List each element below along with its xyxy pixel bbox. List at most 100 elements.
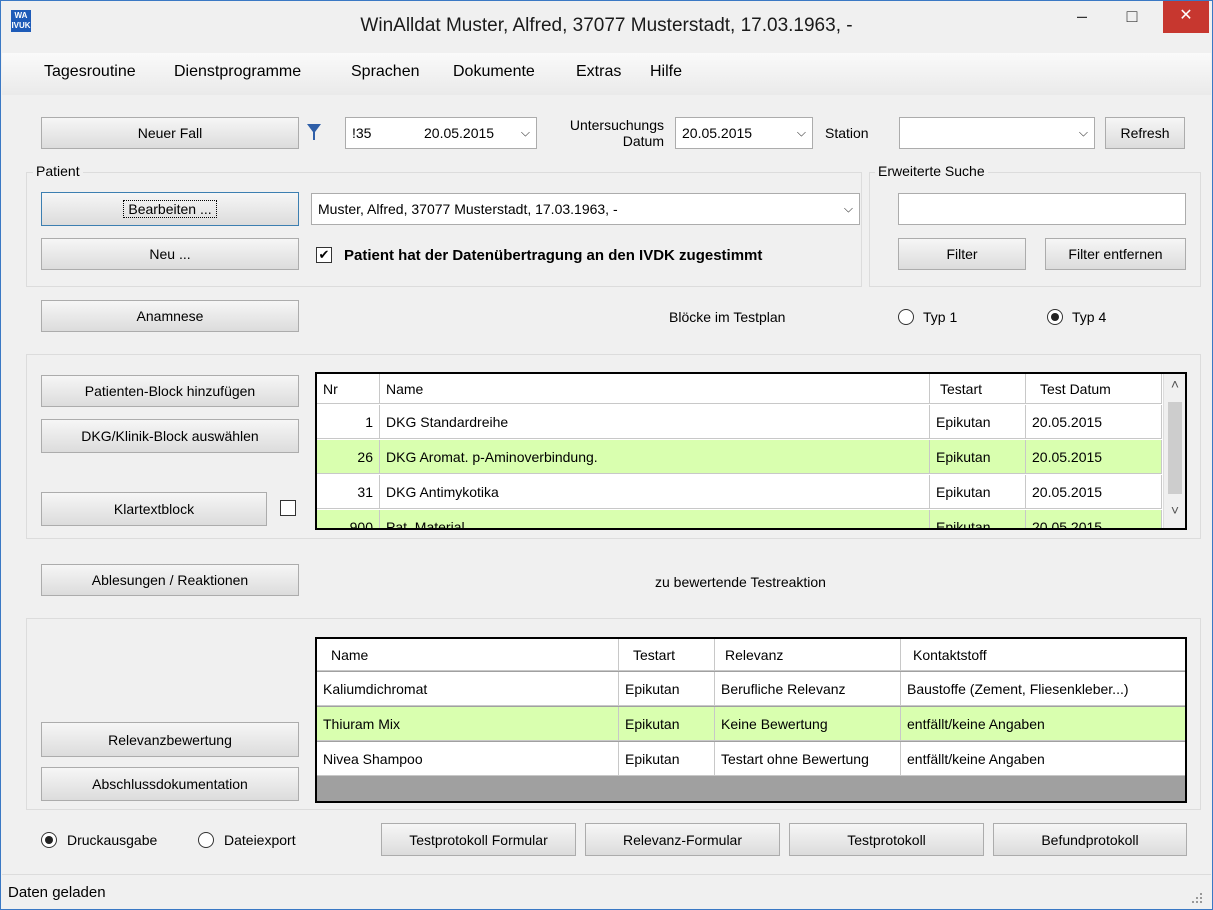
relevance-form-label: Relevanz-Formular xyxy=(622,831,743,848)
exam-date-picker[interactable]: 20.05.2015 ⌵ xyxy=(675,117,813,149)
header-name[interactable]: Name xyxy=(380,374,930,403)
table-row[interactable]: 900 Pat. Material Epikutan 20.05.2015 xyxy=(317,510,1162,528)
close-button[interactable]: ✕ xyxy=(1163,1,1209,33)
menu-dokumente[interactable]: Dokumente xyxy=(453,63,535,81)
menu-hilfe[interactable]: Hilfe xyxy=(650,63,682,81)
scroll-down-icon[interactable]: ˅ xyxy=(1164,502,1185,524)
reactions-table[interactable]: Name Testart Relevanz Kontaktstoff Kaliu… xyxy=(315,637,1187,803)
maximize-button[interactable]: □ xyxy=(1109,1,1155,33)
cell-testart: Epikutan xyxy=(930,475,1026,508)
exam-date-value: 20.05.2015 xyxy=(682,125,753,141)
final-documentation-label: Abschlussdokumentation xyxy=(92,776,248,792)
minimize-button[interactable]: – xyxy=(1059,1,1105,33)
filter-icon[interactable] xyxy=(307,122,321,142)
chevron-down-icon: ⌵ xyxy=(1078,125,1088,140)
readings-label: Ablesungen / Reaktionen xyxy=(91,572,249,588)
patient-select[interactable]: Muster, Alfred, 37077 Musterstadt, 17.03… xyxy=(311,193,860,225)
header-name[interactable]: Name xyxy=(317,639,619,670)
cell-testart: Epikutan xyxy=(619,707,715,740)
plaintext-block-label: Klartextblock xyxy=(113,501,195,517)
consent-label: Patient hat der Datenübertragung an den … xyxy=(344,247,763,264)
cell-name: DKG Antimykotika xyxy=(380,475,930,508)
table-row[interactable]: Kaliumdichromat Epikutan Berufliche Rele… xyxy=(317,672,1185,706)
blocks-label: Blöcke im Testplan xyxy=(669,309,786,325)
header-relevanz[interactable]: Relevanz xyxy=(715,639,901,670)
reactions-label: zu bewertende Testreaktion xyxy=(655,574,826,590)
print-output-label: Druckausgabe xyxy=(67,832,158,848)
relevance-button[interactable]: Relevanzbewertung xyxy=(41,722,299,757)
header-testart[interactable]: Testart xyxy=(930,374,1026,403)
scroll-thumb[interactable] xyxy=(1168,402,1182,494)
new-patient-button[interactable]: Neu ... xyxy=(41,238,299,270)
refresh-button[interactable]: Refresh xyxy=(1105,117,1185,149)
header-testart[interactable]: Testart xyxy=(619,639,715,670)
menu-extras[interactable]: Extras xyxy=(576,63,621,81)
status-text: Daten geladen xyxy=(8,884,106,901)
test-form-label: Testprotokoll Formular xyxy=(409,831,548,848)
filter-label: Filter xyxy=(946,246,978,262)
case-number: !35 xyxy=(352,125,372,141)
refresh-label: Refresh xyxy=(1120,125,1170,141)
readings-button[interactable]: Ablesungen / Reaktionen xyxy=(41,564,299,596)
final-documentation-button[interactable]: Abschlussdokumentation xyxy=(41,767,299,801)
app-window: WA IVUK WinAlldat Muster, Alfred, 37077 … xyxy=(0,0,1213,910)
file-export-label: Dateiexport xyxy=(224,832,296,848)
extended-search-title: Erweiterte Suche xyxy=(875,163,988,179)
cell-testart: Epikutan xyxy=(930,510,1026,528)
cell-name: Kaliumdichromat xyxy=(317,672,619,705)
cell-relevanz: Keine Bewertung xyxy=(715,707,901,740)
extended-search-input[interactable] xyxy=(898,193,1186,225)
findings-protocol-button[interactable]: Befundprotokoll xyxy=(993,823,1187,856)
new-case-button[interactable]: Neuer Fall xyxy=(41,117,299,149)
edit-patient-button[interactable]: Bearbeiten ... xyxy=(41,192,299,226)
file-export-radio[interactable] xyxy=(198,832,214,848)
plaintext-block-button[interactable]: Klartextblock xyxy=(41,492,267,526)
reactions-table-header: Name Testart Relevanz Kontaktstoff xyxy=(317,639,1185,671)
patient-value: Muster, Alfred, 37077 Musterstadt, 17.03… xyxy=(318,201,618,217)
cell-kontaktstoff: entfällt/keine Angaben xyxy=(907,715,1045,732)
print-output-radio[interactable] xyxy=(41,832,57,848)
add-patient-block-label: Patienten-Block hinzufügen xyxy=(84,383,256,399)
consent-checkbox[interactable]: ✔ xyxy=(316,247,332,263)
menu-dienstprogramme[interactable]: Dienstprogramme xyxy=(174,63,301,81)
case-selector[interactable]: !35 20.05.2015 ⌵ xyxy=(345,117,537,149)
menu-tagesroutine[interactable]: Tagesroutine xyxy=(44,63,136,81)
cell-nr: 31 xyxy=(317,475,380,508)
type1-radio[interactable] xyxy=(898,309,914,325)
menu-sprachen[interactable]: Sprachen xyxy=(351,63,420,81)
cell-date: 20.05.2015 xyxy=(1026,510,1162,528)
table-row[interactable]: 26 DKG Aromat. p-Aminoverbindung. Epikut… xyxy=(317,440,1162,474)
resize-grip-icon[interactable] xyxy=(1190,891,1204,905)
station-label: Station xyxy=(825,125,869,141)
plaintext-checkbox[interactable] xyxy=(280,500,296,516)
select-clinic-block-button[interactable]: DKG/Klinik-Block auswählen xyxy=(41,419,299,453)
scroll-up-icon[interactable]: ˄ xyxy=(1164,376,1185,398)
table-row[interactable]: 1 DKG Standardreihe Epikutan 20.05.2015 xyxy=(317,405,1162,439)
cell-testart: Epikutan xyxy=(930,405,1026,438)
header-nr[interactable]: Nr xyxy=(317,374,380,403)
cell-nr: 26 xyxy=(317,440,380,473)
table-row[interactable]: Nivea Shampoo Epikutan Testart ohne Bewe… xyxy=(317,742,1185,776)
test-protocol-button[interactable]: Testprotokoll xyxy=(789,823,984,856)
relevance-form-button[interactable]: Relevanz-Formular xyxy=(585,823,780,856)
anamnese-button[interactable]: Anamnese xyxy=(41,300,299,332)
test-form-button[interactable]: Testprotokoll Formular xyxy=(381,823,576,856)
exam-date-label: Untersuchungs Datum xyxy=(556,117,664,149)
menu-bar: Tagesroutine Dienstprogramme Sprachen Do… xyxy=(2,53,1211,95)
table-row[interactable]: Thiuram Mix Epikutan Keine Bewertung ent… xyxy=(317,707,1185,741)
add-patient-block-button[interactable]: Patienten-Block hinzufügen xyxy=(41,375,299,407)
select-clinic-block-label: DKG/Klinik-Block auswählen xyxy=(81,428,259,444)
header-test-date[interactable]: Test Datum xyxy=(1026,374,1162,403)
type4-radio[interactable] xyxy=(1047,309,1063,325)
status-bar: Daten geladen xyxy=(2,874,1211,909)
station-select[interactable]: ⌵ xyxy=(899,117,1095,149)
blocks-scrollbar[interactable]: ˄ ˅ xyxy=(1163,374,1185,528)
filter-button[interactable]: Filter xyxy=(898,238,1026,270)
header-kontaktstoff[interactable]: Kontaktstoff xyxy=(901,639,1185,670)
blocks-table[interactable]: Nr Name Testart Test Datum 1 DKG Standar… xyxy=(315,372,1187,530)
cell-name: Nivea Shampoo xyxy=(317,742,619,775)
title-bar[interactable]: WA IVUK WinAlldat Muster, Alfred, 37077 … xyxy=(1,1,1212,53)
table-row[interactable]: 31 DKG Antimykotika Epikutan 20.05.2015 xyxy=(317,475,1162,509)
cell-relevanz: Berufliche Relevanz xyxy=(715,672,901,705)
filter-remove-button[interactable]: Filter entfernen xyxy=(1045,238,1186,270)
